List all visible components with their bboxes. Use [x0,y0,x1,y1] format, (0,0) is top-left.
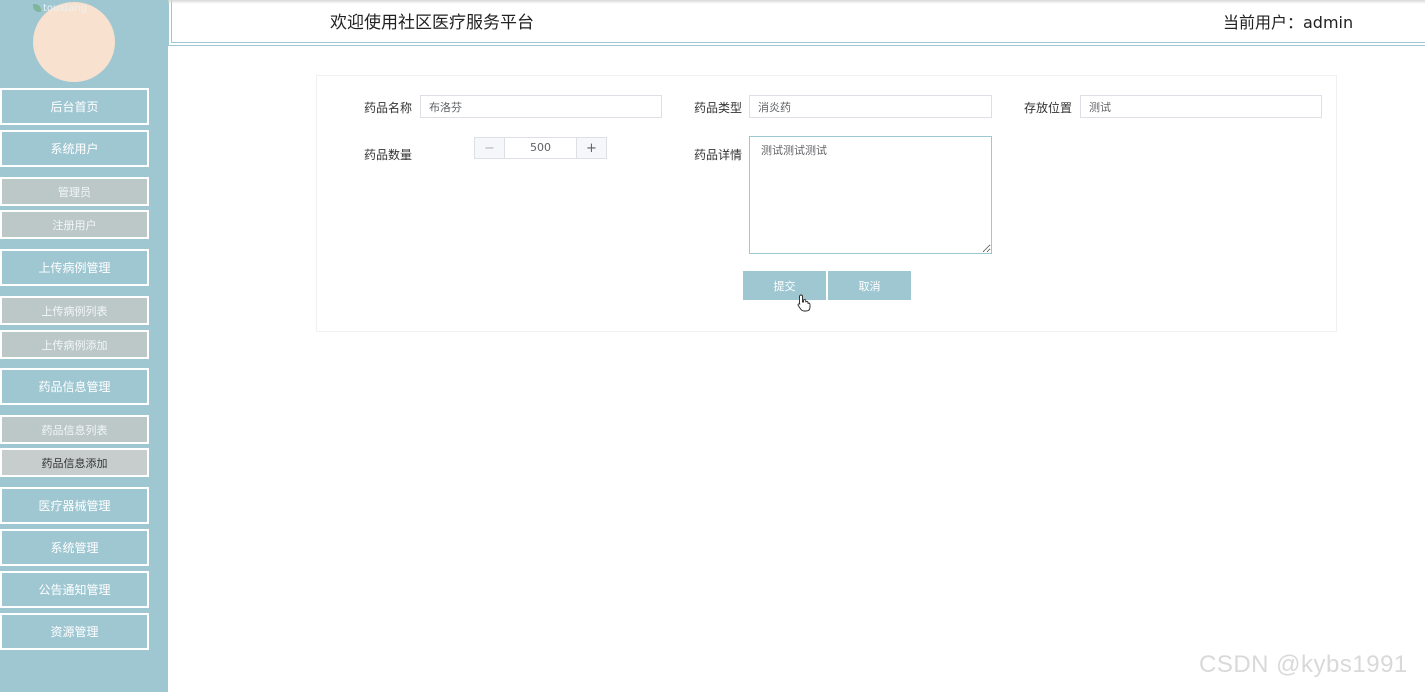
sidebar-subitem-drug-info-add[interactable]: 药品信息添加 [0,448,149,477]
quantity-value[interactable]: 500 [505,138,576,158]
sidebar-item-notice-management[interactable]: 公告通知管理 [0,571,149,608]
cancel-button[interactable]: 取消 [828,271,911,300]
sidebar: touxiang 后台首页 系统用户 管理员 注册用户 上传病例管理 上传病例列… [0,0,168,692]
drug-detail-label: 药品详情 [694,148,743,162]
drug-name-label: 药品名称 [364,101,413,115]
sidebar-item-system-users[interactable]: 系统用户 [0,130,149,167]
sidebar-item-medical-device-management[interactable]: 医疗器械管理 [0,487,149,524]
storage-location-label: 存放位置 [1024,101,1073,115]
drug-name-input[interactable] [420,95,662,118]
drug-detail-textarea[interactable]: 测试测试测试 [749,136,992,254]
sidebar-subitem-drug-info-list[interactable]: 药品信息列表 [0,415,149,444]
current-user: 当前用户：admin [1223,13,1354,32]
decrement-button[interactable]: − [475,138,505,158]
sidebar-subitem-admin[interactable]: 管理员 [0,177,149,206]
csdn-watermark: CSDN @kybs1991 [1199,651,1408,678]
drug-type-input[interactable] [749,95,992,118]
storage-location-input[interactable] [1080,95,1322,118]
sidebar-item-dashboard[interactable]: 后台首页 [0,88,149,125]
header-shadow [168,0,1425,4]
quantity-stepper[interactable]: − 500 + [474,137,607,159]
sidebar-item-case-upload-management[interactable]: 上传病例管理 [0,249,149,286]
sidebar-subitem-registered-users[interactable]: 注册用户 [0,210,149,239]
avatar-broken-image-icon: touxiang [33,3,87,14]
sidebar-item-resource-management[interactable]: 资源管理 [0,613,149,650]
hand-cursor-icon [797,294,811,312]
sidebar-item-system-management[interactable]: 系统管理 [0,529,149,566]
drug-quantity-label: 药品数量 [364,148,413,162]
avatar[interactable] [33,2,115,82]
submit-button[interactable]: 提交 [743,271,826,300]
sidebar-item-drug-info-management[interactable]: 药品信息管理 [0,368,149,405]
page-title: 欢迎使用社区医疗服务平台 [330,13,534,33]
sidebar-subitem-case-upload-list[interactable]: 上传病例列表 [0,296,149,325]
avatar-alt-text: touxiang [43,3,87,14]
sidebar-subitem-case-upload-add[interactable]: 上传病例添加 [0,330,149,359]
increment-button[interactable]: + [576,138,606,158]
drug-type-label: 药品类型 [694,101,743,115]
